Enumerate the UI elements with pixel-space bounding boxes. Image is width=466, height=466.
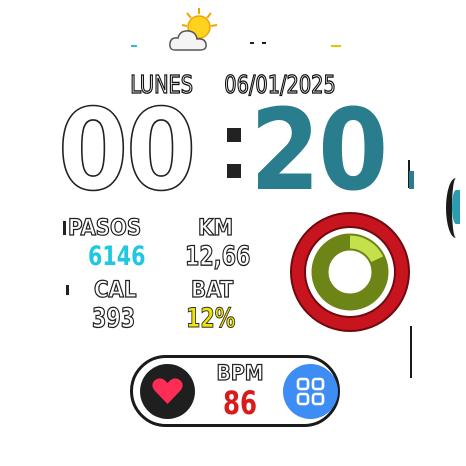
complication-dash-left	[131, 45, 137, 47]
activity-rings	[290, 212, 410, 332]
time-colon	[225, 120, 245, 190]
bpm-value: 86	[222, 384, 258, 422]
distance-label: KM	[197, 216, 234, 241]
complication-dash-right	[331, 45, 341, 47]
apps-button[interactable]	[283, 364, 338, 419]
apps-grid-icon	[296, 377, 325, 406]
complication-dash-center-2	[262, 42, 266, 44]
battery-label: BAT	[190, 278, 234, 303]
heart-icon	[152, 378, 183, 404]
heart-rate-button[interactable]	[140, 364, 195, 419]
complication-dash-center	[250, 42, 254, 44]
weather-icon	[165, 6, 225, 56]
calories-label: CAL	[93, 278, 137, 303]
edge-tick	[410, 326, 412, 378]
steps-value: 6146	[88, 241, 146, 272]
time-minutes: 20	[250, 86, 388, 216]
edge-accent	[409, 171, 414, 189]
battery-value: 12%	[186, 303, 236, 334]
time-hours: 00	[57, 86, 197, 216]
stat-bullet	[66, 285, 69, 295]
bpm-label: BPM	[216, 361, 264, 385]
calories-value: 393	[91, 303, 136, 334]
edge-bezel-mark	[446, 178, 466, 238]
distance-value: 12,66	[184, 241, 251, 272]
steps-label: PASOS	[67, 216, 142, 241]
stat-bullet	[63, 221, 66, 235]
